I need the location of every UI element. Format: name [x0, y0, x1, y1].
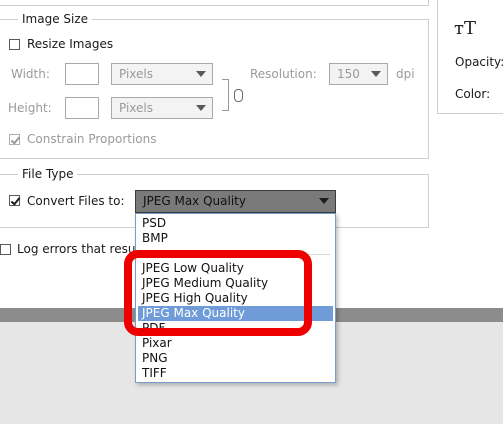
chevron-down-icon: [371, 71, 381, 77]
top-group-edge: [0, 0, 429, 6]
resolution-value: 150: [337, 67, 360, 81]
dropdown-item-pixar[interactable]: Pixar: [138, 336, 333, 351]
dropdown-item-psd[interactable]: PSD: [138, 216, 333, 231]
convert-files-checkbox[interactable]: [9, 195, 20, 206]
red-highlight-annotation: [124, 250, 312, 336]
width-unit-value: Pixels: [119, 67, 154, 81]
resolution-select[interactable]: 150: [329, 63, 388, 85]
width-input[interactable]: [65, 63, 99, 85]
right-panel: ᴛT Opacity: Color:: [437, 0, 503, 114]
chevron-down-icon: [196, 105, 206, 111]
link-bracket: [222, 79, 229, 111]
convert-files-label: Convert Files to:: [27, 194, 125, 208]
height-label: Height:: [8, 101, 52, 115]
type-tool-icon[interactable]: ᴛT: [454, 18, 476, 39]
resolution-unit: dpi: [396, 67, 415, 81]
dropdown-item-tiff[interactable]: TIFF: [138, 366, 333, 381]
height-unit-value: Pixels: [119, 101, 154, 115]
color-label: Color:: [455, 87, 491, 101]
file-type-title: File Type: [18, 167, 78, 181]
chevron-down-icon: [319, 198, 329, 204]
width-label: Width:: [11, 67, 50, 81]
resolution-label: Resolution:: [250, 67, 317, 81]
height-input[interactable]: [65, 97, 99, 119]
resize-images-label: Resize Images: [27, 37, 114, 51]
log-errors-label: Log errors that result: [17, 242, 144, 256]
log-errors-checkbox[interactable]: [0, 244, 11, 255]
file-type-select[interactable]: JPEG Max Quality: [135, 190, 336, 213]
file-type-value: JPEG Max Quality: [143, 194, 246, 208]
chain-link-icon[interactable]: [234, 89, 243, 102]
height-unit-select[interactable]: Pixels: [111, 97, 213, 119]
chevron-down-icon: [196, 71, 206, 77]
image-size-title: Image Size: [18, 12, 93, 26]
dropdown-item-png[interactable]: PNG: [138, 351, 333, 366]
opacity-label: Opacity:: [455, 55, 503, 69]
constrain-proportions-label: Constrain Proportions: [27, 132, 157, 146]
dropdown-item-bmp[interactable]: BMP: [138, 231, 333, 246]
resize-images-checkbox[interactable]: [9, 39, 20, 50]
width-unit-select[interactable]: Pixels: [111, 63, 213, 85]
constrain-proportions-checkbox[interactable]: [9, 134, 20, 145]
